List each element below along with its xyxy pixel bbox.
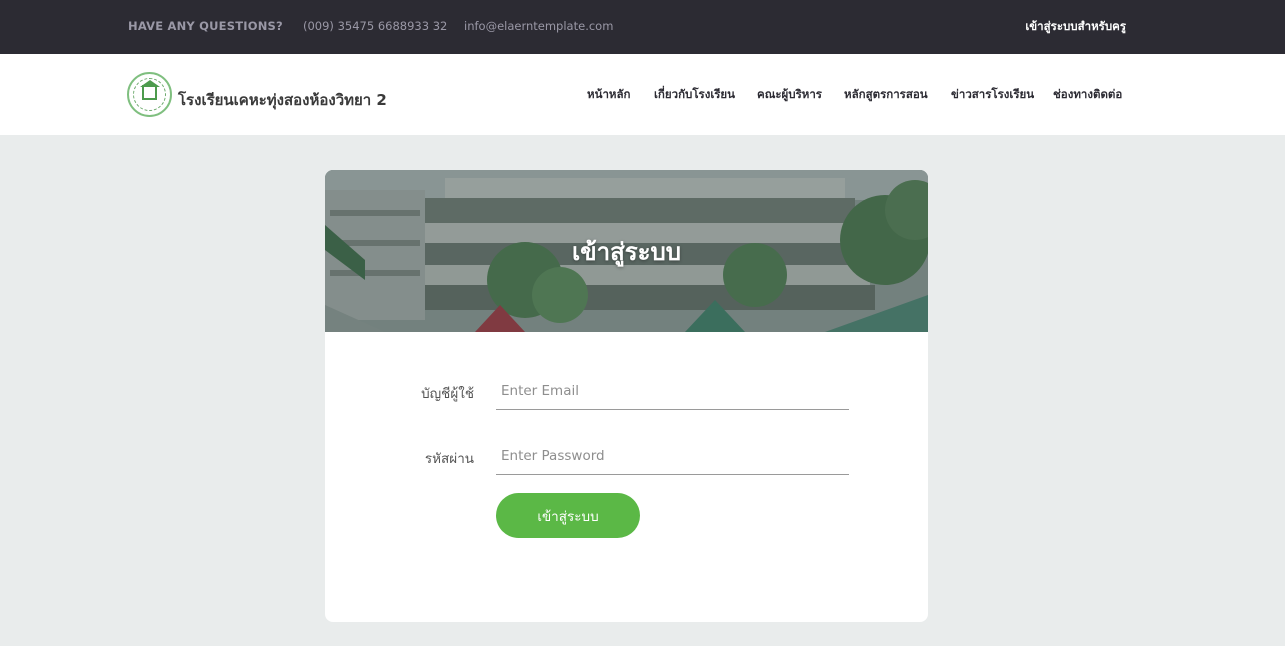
login-card: เข้าสู่ระบบ บัญชีผู้ใช้ รหัสผ่าน เข้าสู่…: [325, 170, 928, 622]
password-input[interactable]: [496, 437, 849, 475]
nav-curriculum[interactable]: หลักสูตรการสอน: [844, 86, 928, 104]
nav-about[interactable]: เกี่ยวกับโรงเรียน: [654, 86, 735, 104]
password-label: รหัสผ่าน: [424, 451, 474, 467]
logo-house-icon: [142, 85, 157, 100]
nav-executives[interactable]: คณะผู้บริหาร: [757, 86, 822, 104]
teacher-login-link[interactable]: เข้าสู่ระบบสำหรับครู: [1025, 18, 1126, 36]
school-name[interactable]: โรงเรียนเคหะทุ่งสองห้องวิทยา 2: [178, 88, 387, 112]
nav-news[interactable]: ข่าวสารโรงเรียน: [951, 86, 1034, 104]
school-logo[interactable]: [127, 72, 172, 117]
phone-number: (009) 35475 6688933 32: [303, 19, 448, 33]
contact-email: info@elaerntemplate.com: [464, 19, 614, 33]
account-label: บัญชีผู้ใช้: [421, 386, 474, 402]
top-bar: HAVE ANY QUESTIONS? (009) 35475 6688933 …: [0, 0, 1285, 54]
nav-home[interactable]: หน้าหลัก: [587, 86, 631, 104]
email-input[interactable]: [496, 372, 849, 410]
login-title: เข้าสู่ระบบ: [572, 238, 681, 266]
login-button[interactable]: เข้าสู่ระบบ: [496, 493, 640, 538]
main-header: โรงเรียนเคหะทุ่งสองห้องวิทยา 2 หน้าหลัก …: [0, 54, 1285, 135]
nav-contact[interactable]: ช่องทางติดต่อ: [1053, 86, 1122, 104]
banner-image: เข้าสู่ระบบ: [325, 170, 928, 332]
questions-text: HAVE ANY QUESTIONS?: [128, 19, 283, 33]
